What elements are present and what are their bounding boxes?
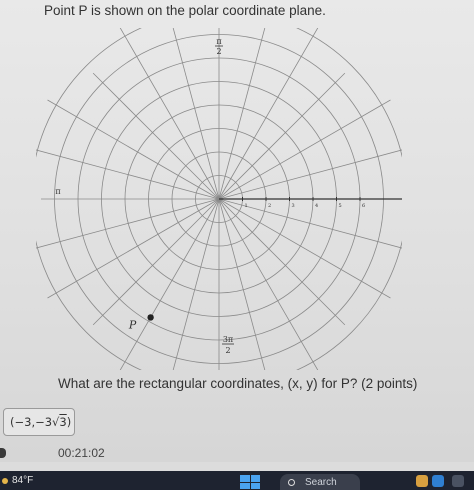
grid-spoke — [218, 99, 391, 200]
search-icon — [288, 478, 295, 486]
tray-app-icon[interactable] — [416, 475, 428, 487]
angle-label-pi-over-2-denominator: 2 — [216, 47, 221, 56]
grid-spoke — [218, 198, 346, 326]
answer-field[interactable]: (−3,−3√3) — [3, 408, 75, 436]
grid-spoke — [119, 28, 220, 200]
grid-spoke — [218, 28, 319, 200]
radius-tick-label: 4 — [315, 203, 318, 209]
tray-store-icon[interactable] — [452, 475, 464, 487]
angle-label-3pi-over-2-denominator: 2 — [225, 346, 230, 355]
point-p — [147, 314, 154, 321]
grid-spoke — [218, 72, 346, 200]
quiz-page: Point P is shown on the polar coordinate… — [0, 0, 474, 462]
weather-icon[interactable] — [2, 477, 8, 484]
radius-tick-label: 2 — [268, 203, 271, 209]
grid-spoke — [36, 149, 220, 200]
grid-spoke — [92, 72, 220, 200]
radius-tick-label: 5 — [339, 203, 342, 209]
taskbar-search[interactable]: Search — [280, 474, 360, 490]
polar-grid: 123456π20π3π2P — [36, 28, 402, 370]
polar-plane: 123456π20π3π2P — [36, 28, 402, 370]
windows-start-icon[interactable] — [240, 475, 260, 489]
search-label: Search — [305, 476, 337, 488]
grid-spoke — [119, 198, 220, 370]
grid-spoke — [218, 149, 402, 200]
radius-tick-label: 6 — [362, 203, 365, 209]
grid-spoke — [92, 198, 220, 326]
point-p-label: P — [128, 318, 137, 331]
radius-tick-label: 3 — [292, 203, 295, 209]
angle-label-pi-over-2-numerator: π — [216, 37, 221, 46]
question-text: What are the rectangular coordinates, (x… — [58, 376, 418, 391]
grid-spoke — [47, 99, 220, 200]
temperature[interactable]: 84°F — [12, 475, 33, 486]
grid-spoke — [47, 198, 220, 299]
tray-browser-icon[interactable] — [432, 475, 444, 487]
taskbar: 84°F Search — [0, 471, 474, 490]
timer-indicator — [0, 448, 6, 458]
answer-value: (−3,−3√3) — [10, 415, 72, 429]
question-prompt: Point P is shown on the polar coordinate… — [44, 3, 326, 18]
grid-spoke — [218, 198, 391, 299]
grid-spoke — [36, 198, 220, 249]
angle-label-pi: π — [55, 187, 60, 196]
radius-tick-label: 1 — [245, 203, 248, 209]
timer: 00:21:02 — [58, 446, 105, 460]
angle-label-3pi-over-2-numerator: 3π — [223, 335, 233, 344]
